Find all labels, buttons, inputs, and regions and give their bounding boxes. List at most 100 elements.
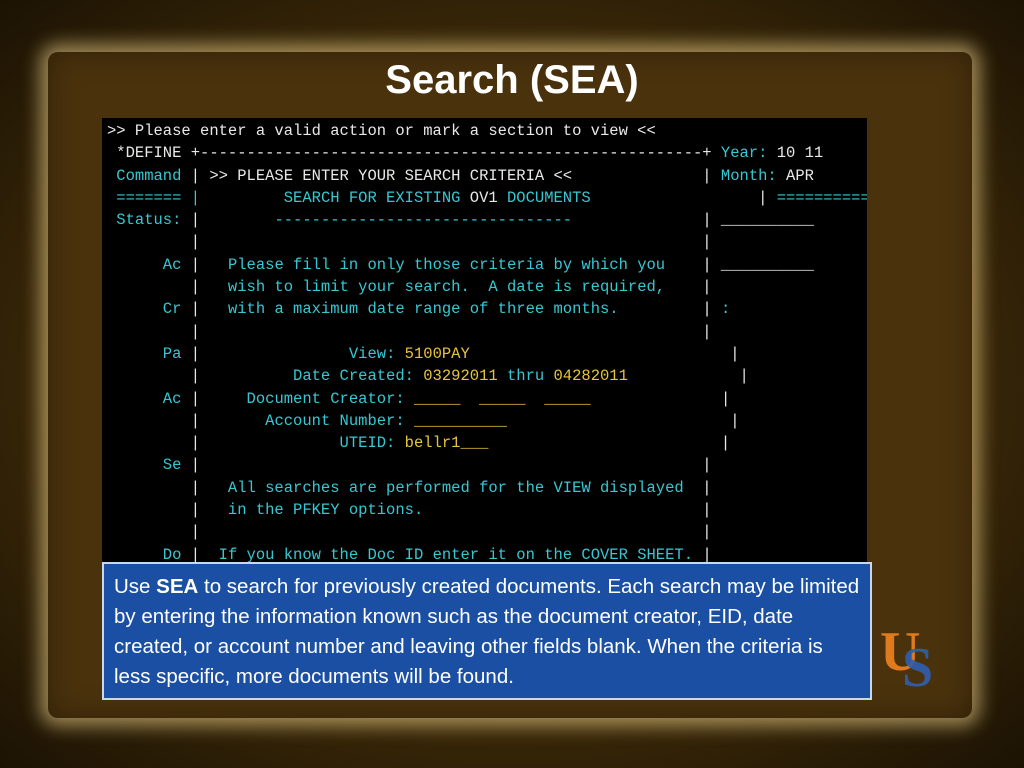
terminal-segment: |	[469, 344, 740, 363]
terminal-segment: Ac	[107, 389, 182, 408]
callout-text: to search for previously created documen…	[114, 575, 860, 688]
terminal-segment: OV1	[469, 188, 498, 207]
terminal-line: Do | If you know the Doc ID enter it on …	[107, 546, 712, 564]
terminal-segment: | |	[107, 233, 712, 252]
terminal-line: | |	[107, 523, 712, 541]
terminal-segment: If you know the Doc ID enter it on the C…	[218, 545, 694, 564]
terminal-segment: _____ _____ _____	[404, 389, 591, 408]
terminal-segment: --------------------------------	[274, 211, 573, 230]
terminal-segment: Document Creator:	[246, 389, 405, 408]
terminal-segment: |	[693, 545, 712, 564]
terminal-segment: |	[683, 478, 712, 497]
terminal-segment: Se	[107, 456, 182, 475]
terminal-segment: |	[507, 411, 740, 430]
terminal-segment: ======= |	[107, 188, 210, 207]
terminal-line: Cr | with a maximum date range of three …	[107, 300, 730, 318]
terminal-line: Pa | View: 5100PAY |	[107, 345, 740, 363]
terminal-segment: DOCUMENTS	[497, 188, 591, 207]
terminal-segment: Ac	[107, 255, 182, 274]
terminal-segment: 03292011	[413, 367, 507, 386]
callout-box: Use SEA to search for previously created…	[102, 562, 872, 700]
terminal-segment: Year:	[720, 144, 768, 163]
terminal-screen[interactable]: >> Please enter a valid action or mark a…	[102, 118, 867, 564]
terminal-segment: bellr1___	[395, 434, 489, 453]
terminal-segment: |	[181, 300, 228, 319]
terminal-segment: Status:	[107, 211, 182, 230]
terminal-segment: in the PFKEY options.	[227, 501, 424, 520]
terminal-segment: *DEFINE +-------------------------------…	[107, 144, 721, 163]
terminal-segment: |	[107, 434, 340, 453]
terminal-segment: |	[665, 278, 712, 297]
terminal-segment: ==========	[776, 188, 867, 207]
terminal-segment: Pa	[107, 344, 182, 363]
terminal-line: *DEFINE +-------------------------------…	[107, 144, 823, 162]
terminal-segment: | |	[107, 523, 712, 542]
terminal-segment: |	[627, 367, 749, 386]
terminal-line: | Account Number: __________ |	[107, 412, 740, 430]
terminal-line: | Date Created: 03292011 thru 04282011 |	[107, 367, 749, 385]
terminal-segment: |	[181, 344, 349, 363]
terminal-segment: SEARCH FOR EXISTING	[209, 188, 470, 207]
terminal-line: | in the PFKEY options. |	[107, 501, 712, 519]
terminal-segment: wish to limit your search. A date is req…	[227, 278, 666, 297]
terminal-segment: UTEID:	[339, 434, 396, 453]
terminal-segment: |	[107, 367, 294, 386]
terminal-segment: 04282011	[544, 367, 628, 386]
terminal-line: | |	[107, 233, 712, 251]
terminal-line: Ac | Please fill in only those criteria …	[107, 256, 814, 274]
terminal-segment: __________	[720, 255, 814, 274]
terminal-segment: |	[107, 478, 228, 497]
callout-keyword: SEA	[156, 575, 199, 598]
terminal-segment: |	[181, 211, 275, 230]
callout-prefix: Use	[114, 575, 157, 598]
terminal-line: Se | |	[107, 456, 712, 474]
terminal-segment: |	[107, 501, 228, 520]
terminal-segment: View:	[348, 344, 396, 363]
terminal-line: ======= | SEARCH FOR EXISTING OV1 DOCUME…	[107, 189, 867, 207]
terminal-segment: |	[618, 300, 721, 319]
terminal-segment: thru	[506, 367, 545, 386]
terminal-segment: |	[590, 389, 731, 408]
terminal-segment: APR	[776, 166, 814, 185]
terminal-segment: Command	[107, 166, 182, 185]
terminal-segment: |	[488, 434, 731, 453]
terminal-segment: |	[181, 389, 247, 408]
terminal-segment: |	[181, 545, 219, 564]
terminal-segment: Month:	[720, 166, 777, 185]
terminal-segment: with a maximum date range of three month…	[227, 300, 619, 319]
terminal-segment: | >> PLEASE ENTER YOUR SEARCH CRITERIA <…	[181, 166, 721, 185]
terminal-segment: Account Number:	[265, 411, 405, 430]
terminal-segment: 5100PAY	[395, 344, 470, 363]
terminal-segment: __________	[404, 411, 507, 430]
us-logo: U S	[880, 621, 933, 692]
terminal-segment: 10 11	[767, 144, 824, 163]
terminal-segment: :	[720, 300, 731, 319]
terminal-line: >> Please enter a valid action or mark a…	[107, 122, 656, 140]
terminal-segment: Cr	[107, 300, 182, 319]
terminal-line: Status: | ------------------------------…	[107, 211, 814, 229]
terminal-segment: |	[423, 501, 712, 520]
terminal-segment: __________	[720, 211, 814, 230]
terminal-segment: |	[181, 255, 228, 274]
terminal-segment: Do	[107, 545, 182, 564]
terminal-line: Ac | Document Creator: _____ _____ _____…	[107, 390, 730, 408]
terminal-segment: |	[590, 188, 777, 207]
terminal-line: | |	[107, 323, 712, 341]
terminal-segment: Date Created:	[293, 367, 414, 386]
terminal-segment: |	[107, 411, 266, 430]
terminal-segment: Please fill in only those criteria by wh…	[227, 255, 666, 274]
terminal-line: | wish to limit your search. A date is r…	[107, 278, 712, 296]
terminal-segment: >> Please enter a valid action or mark a…	[107, 122, 656, 140]
terminal-segment: | |	[181, 456, 712, 475]
terminal-line: | UTEID: bellr1___ |	[107, 434, 731, 453]
terminal-segment: | |	[107, 322, 712, 341]
terminal-segment: |	[572, 211, 721, 230]
terminal-line: Command | >> PLEASE ENTER YOUR SEARCH CR…	[107, 167, 814, 185]
terminal-line: | All searches are performed for the VIE…	[107, 479, 712, 497]
terminal-segment: |	[665, 255, 721, 274]
logo-s-letter: S	[902, 637, 933, 692]
slide-title: Search (SEA)	[385, 58, 639, 102]
terminal-segment: All searches are performed for the VIEW …	[227, 478, 684, 497]
terminal-text: >> Please enter a valid action or mark a…	[107, 120, 867, 564]
terminal-segment: |	[107, 278, 228, 297]
